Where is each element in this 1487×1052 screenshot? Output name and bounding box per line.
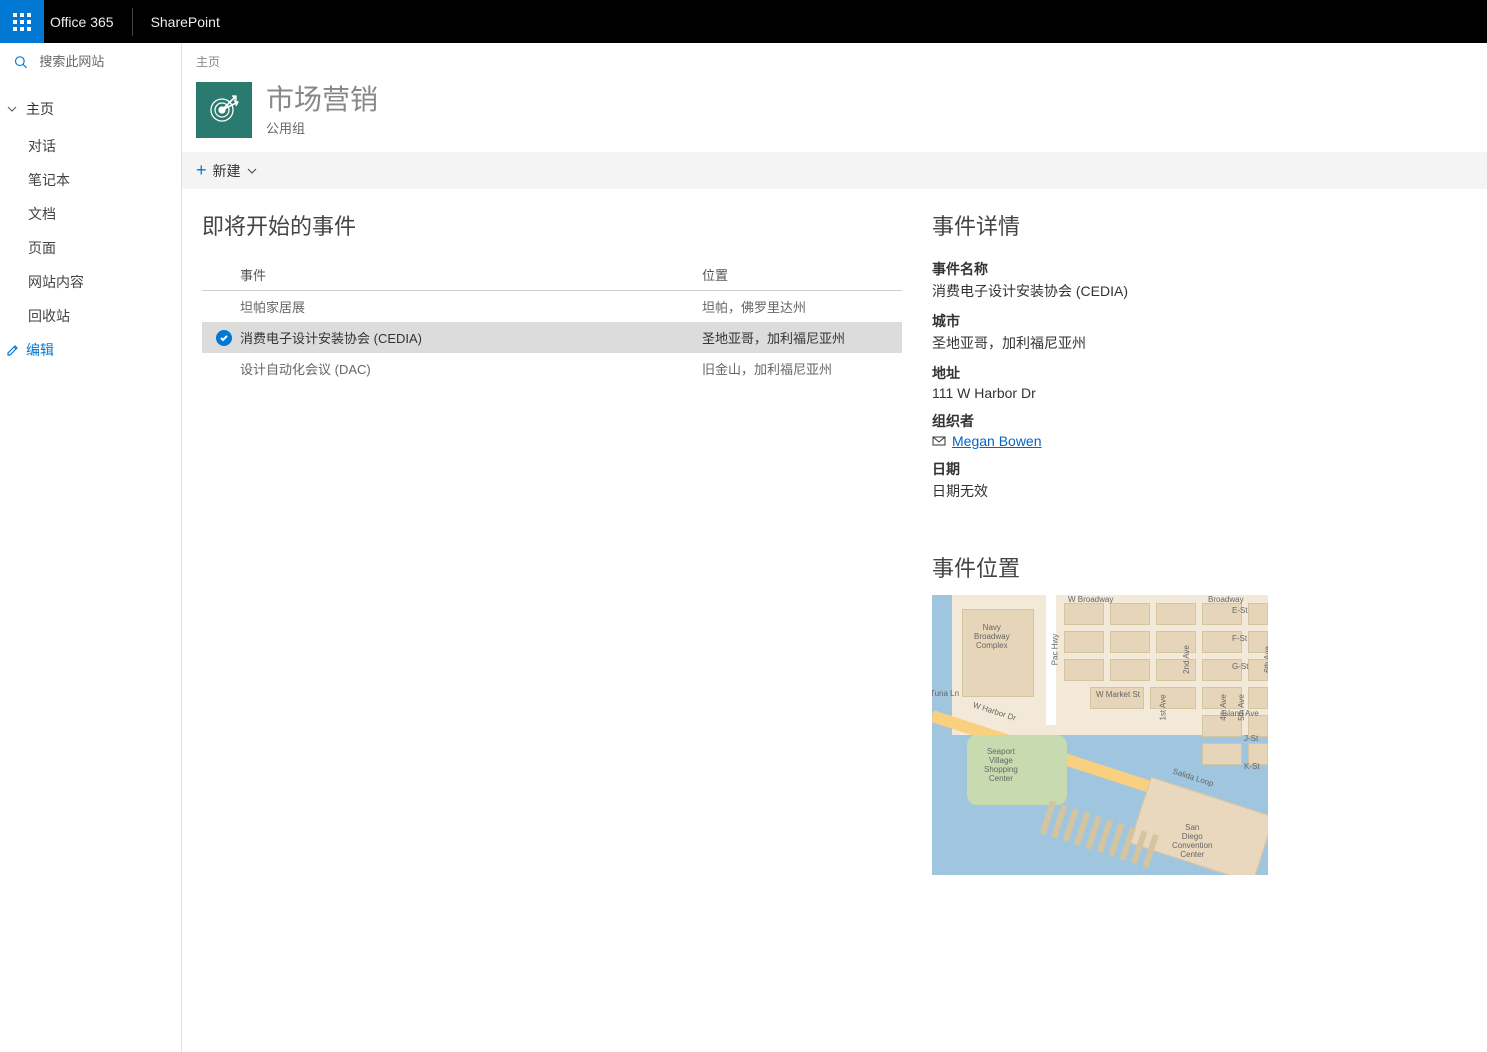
chevron-down-icon (6, 103, 18, 115)
map-label-broadway-left: W Broadway (1068, 595, 1113, 604)
new-button[interactable]: + 新建 (196, 160, 257, 181)
details-panel: 事件详情 事件名称 消费电子设计安装协会 (CEDIA) 城市 圣地亚哥，加利福… (932, 209, 1268, 875)
col-header-location[interactable]: 位置 (702, 265, 902, 284)
list-header-row: 事件 位置 (202, 259, 902, 291)
map-label-tuna: Tuna Ln (932, 689, 959, 698)
command-bar: + 新建 (182, 152, 1487, 189)
value-event-name: 消费电子设计安装协会 (CEDIA) (932, 281, 1268, 301)
map-label-2nd: 2nd Ave (1182, 645, 1191, 674)
nav-item-site-contents[interactable]: 网站内容 (0, 265, 181, 299)
row-location: 旧金山，加利福尼亚州 (702, 359, 902, 378)
search-box[interactable] (0, 43, 181, 81)
organizer-link[interactable]: Megan Bowen (952, 433, 1042, 449)
label-event-name: 事件名称 (932, 259, 1268, 279)
search-input[interactable] (39, 54, 167, 69)
map-label-gst: G-St (1232, 662, 1248, 671)
site-header: 市场营销 公用组 (182, 74, 1487, 152)
nav-item-documents[interactable]: 文档 (0, 197, 181, 231)
site-logo (196, 82, 252, 138)
nav-item-conversations[interactable]: 对话 (0, 129, 181, 163)
label-date: 日期 (932, 459, 1268, 479)
value-city: 圣地亚哥，加利福尼亚州 (932, 333, 1268, 353)
nav-item-pages[interactable]: 页面 (0, 231, 181, 265)
list-row[interactable]: 消费电子设计安装协会 (CEDIA) 圣地亚哥，加利福尼亚州 (202, 322, 902, 353)
events-section: 即将开始的事件 事件 位置 坦帕家居展 坦帕，佛罗里达州 消费 (202, 209, 902, 875)
map-label-market: W Market St (1096, 690, 1140, 699)
row-event: 设计自动化会议 (DAC) (240, 359, 702, 378)
map-label-jst: J-St (1244, 734, 1258, 743)
row-check-cell[interactable] (208, 330, 240, 346)
label-city: 城市 (932, 311, 1268, 331)
map-label-6th: 6th Ave (1263, 646, 1268, 673)
label-organizer: 组织者 (932, 411, 1268, 431)
map-label-est: E-St (1232, 606, 1248, 615)
map-label-5th: 5th Ave (1237, 694, 1246, 721)
map[interactable]: NavyBroadwayComplex (932, 595, 1268, 875)
site-subtitle: 公用组 (266, 118, 378, 137)
map-label-seaport: SeaportVillageShoppingCenter (984, 747, 1018, 783)
left-sidebar: 主页 对话 笔记本 文档 页面 网站内容 回收站 编辑 (0, 43, 182, 1052)
search-icon (14, 54, 27, 70)
map-label-fst: F-St (1232, 634, 1247, 643)
nav-item-notebook[interactable]: 笔记本 (0, 163, 181, 197)
value-address: 111 W Harbor Dr (932, 385, 1268, 401)
plus-icon: + (196, 160, 207, 181)
nav-home[interactable]: 主页 (0, 89, 181, 129)
nav-home-label: 主页 (26, 99, 54, 119)
new-button-label: 新建 (213, 161, 241, 181)
row-location: 圣地亚哥，加利福尼亚州 (702, 328, 902, 347)
office365-label[interactable]: Office 365 (44, 14, 120, 30)
nav-edit-label: 编辑 (26, 340, 54, 360)
chevron-down-icon (247, 163, 257, 179)
row-event: 消费电子设计安装协会 (CEDIA) (240, 328, 702, 347)
app-launcher-button[interactable] (0, 0, 44, 43)
map-label-kst: K-St (1244, 762, 1260, 771)
row-location: 坦帕，佛罗里达州 (702, 297, 902, 316)
map-label-4th: 4th Ave (1219, 694, 1228, 721)
nav-item-recycle-bin[interactable]: 回收站 (0, 299, 181, 333)
check-circle-icon (216, 330, 232, 346)
value-date: 日期无效 (932, 481, 1268, 501)
label-address: 地址 (932, 363, 1268, 383)
events-header: 即将开始的事件 (202, 209, 902, 241)
pencil-icon (6, 343, 20, 357)
details-header: 事件详情 (932, 209, 1268, 241)
list-row[interactable]: 坦帕家居展 坦帕，佛罗里达州 (202, 291, 902, 322)
top-bar: Office 365 SharePoint (0, 0, 1487, 43)
nav-list: 对话 笔记本 文档 页面 网站内容 回收站 (0, 129, 181, 333)
mail-icon (932, 434, 946, 448)
site-title: 市场营销 (266, 83, 378, 117)
main-content: 主页 市场营销 公用组 + 新建 (182, 43, 1487, 1052)
top-divider (132, 8, 133, 36)
map-label-navy: NavyBroadwayComplex (974, 623, 1010, 650)
map-label-pachwy: Pac Hwy (1050, 634, 1059, 666)
list-row[interactable]: 设计自动化会议 (DAC) 旧金山，加利福尼亚州 (202, 353, 902, 384)
target-icon (206, 92, 242, 128)
map-label-broadway-right: Broadway (1208, 595, 1244, 604)
map-label-1st: 1st Ave (1159, 694, 1168, 720)
col-header-event[interactable]: 事件 (240, 265, 702, 284)
sharepoint-label[interactable]: SharePoint (145, 14, 226, 30)
waffle-icon (13, 13, 31, 31)
nav-edit[interactable]: 编辑 (0, 333, 181, 367)
map-header: 事件位置 (932, 551, 1268, 583)
breadcrumb[interactable]: 主页 (182, 43, 1487, 74)
row-event: 坦帕家居展 (240, 297, 702, 316)
